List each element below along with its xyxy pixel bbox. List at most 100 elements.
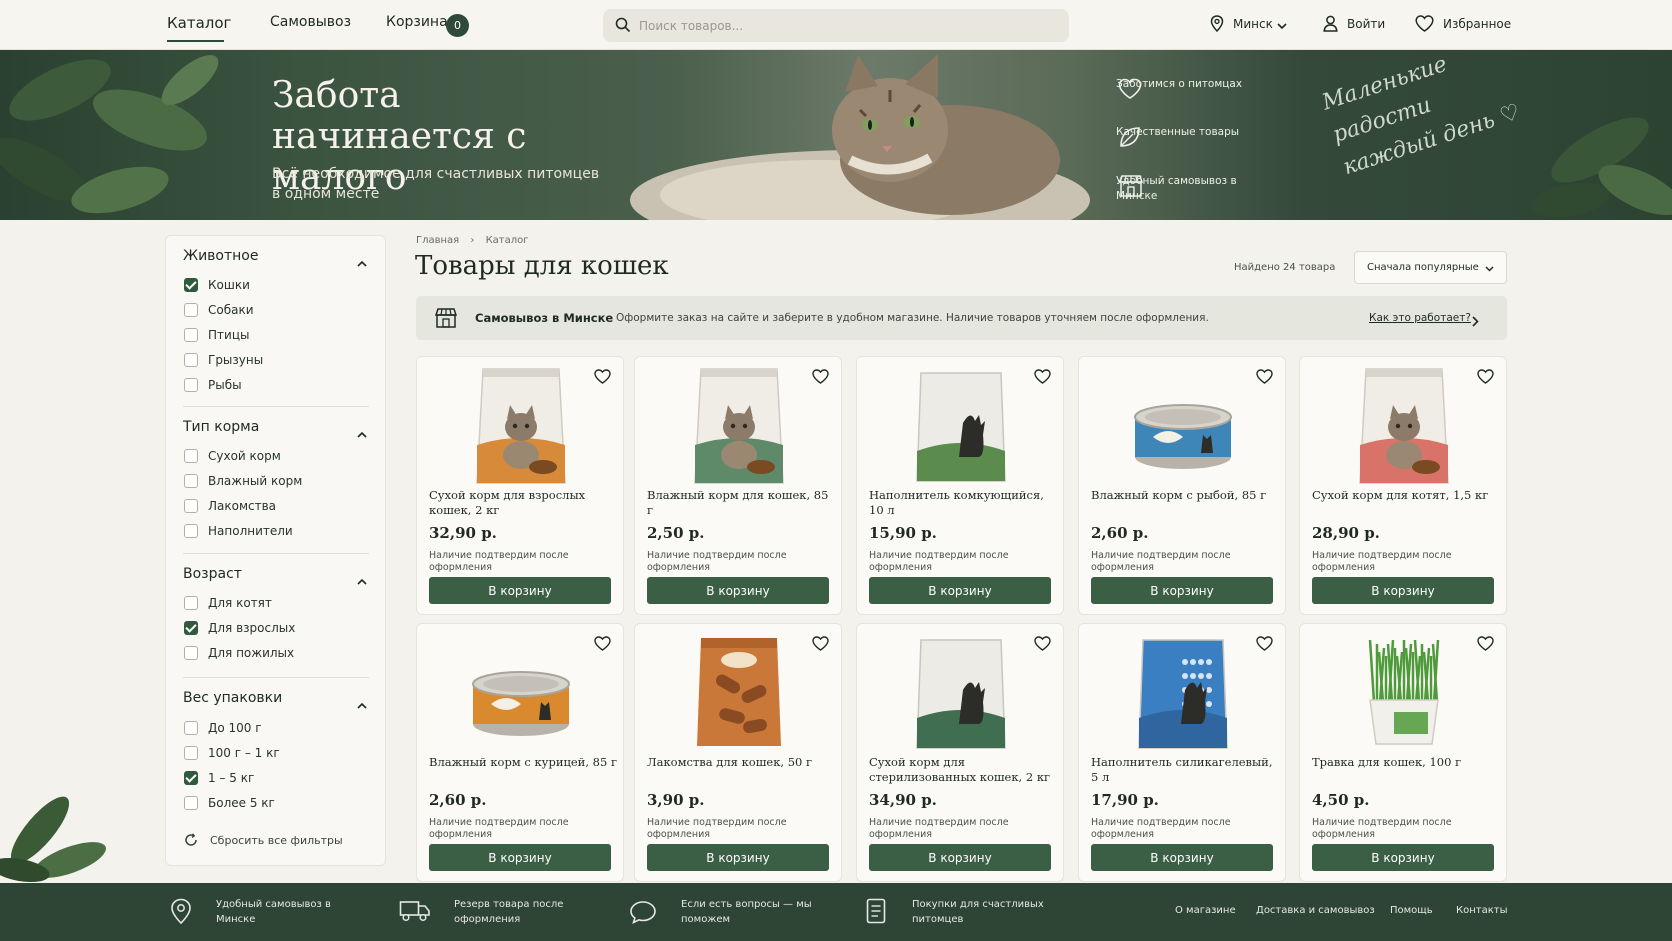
product-image[interactable]: [461, 365, 581, 487]
add-to-cart-button[interactable]: В корзину: [1312, 844, 1494, 871]
filter-option[interactable]: Птицы: [184, 327, 249, 343]
product-card[interactable]: Влажный корм для кошек, 85 г 2,50 р. Налич…: [634, 356, 842, 615]
product-card[interactable]: Лакомства для кошек, 50 г 3,90 р. Наличие …: [634, 623, 842, 882]
filter-option[interactable]: До 100 г: [184, 720, 262, 736]
add-to-cart-button[interactable]: В корзину: [429, 577, 611, 604]
checkbox[interactable]: [184, 449, 198, 463]
reset-filters-button[interactable]: Сбросить все фильтры: [184, 833, 343, 847]
heart-icon[interactable]: [1477, 369, 1494, 388]
filter-option[interactable]: 100 г – 1 кг: [184, 745, 280, 761]
product-name[interactable]: Сухой корм для стерилизованных кошек, 2 …: [869, 755, 1059, 785]
breadcrumb-current[interactable]: Каталог: [486, 235, 529, 246]
tab-pickup[interactable]: Самовывоз: [270, 14, 351, 30]
city-selector[interactable]: Минск: [1233, 17, 1273, 31]
product-name[interactable]: Наполнитель комкующийся, 10 л: [869, 488, 1059, 518]
filter-title-food-type[interactable]: Тип корма: [183, 419, 259, 435]
filter-option[interactable]: Более 5 кг: [184, 795, 275, 811]
heart-icon[interactable]: [812, 369, 829, 388]
product-image[interactable]: [679, 632, 799, 754]
favorites-link[interactable]: Избранное: [1443, 17, 1511, 31]
search-input[interactable]: [639, 9, 1059, 42]
footer-link-delivery[interactable]: Доставка и самовывоз: [1256, 905, 1375, 916]
chevron-up-icon[interactable]: [357, 570, 367, 589]
footer-link-about[interactable]: О магазине: [1175, 905, 1236, 916]
filter-option[interactable]: Кошки: [184, 277, 250, 293]
add-to-cart-button[interactable]: В корзину: [869, 844, 1051, 871]
product-name[interactable]: Наполнитель силикагелевый, 5 л: [1091, 755, 1281, 785]
chevron-up-icon[interactable]: [357, 423, 367, 442]
product-image[interactable]: [1344, 632, 1464, 754]
how-it-works-link[interactable]: Как это работает?: [1369, 312, 1471, 324]
add-to-cart-button[interactable]: В корзину: [1091, 577, 1273, 604]
checkbox[interactable]: [184, 746, 198, 760]
filter-option[interactable]: Рыбы: [184, 377, 242, 393]
product-card[interactable]: Сухой корм для стерилизованных кошек, 2 …: [856, 623, 1064, 882]
checkbox[interactable]: [184, 524, 198, 538]
breadcrumb-home[interactable]: Главная: [416, 235, 459, 246]
checkbox[interactable]: [184, 596, 198, 610]
product-card[interactable]: Влажный корм с рыбой, 85 г 2,60 р. Наличие…: [1078, 356, 1286, 615]
checkbox[interactable]: [184, 378, 198, 392]
filter-title-age[interactable]: Возраст: [183, 566, 242, 582]
product-image[interactable]: [679, 365, 799, 487]
checkbox[interactable]: [184, 353, 198, 367]
checkbox[interactable]: [184, 771, 198, 785]
chevron-right-icon[interactable]: [1472, 312, 1479, 331]
filter-option[interactable]: Наполнители: [184, 523, 293, 539]
filter-option[interactable]: Для котят: [184, 595, 272, 611]
heart-icon[interactable]: [812, 636, 829, 655]
checkbox[interactable]: [184, 499, 198, 513]
product-image[interactable]: [461, 632, 581, 754]
product-name[interactable]: Лакомства для кошек, 50 г: [647, 755, 837, 770]
product-image[interactable]: [901, 365, 1021, 487]
checkbox[interactable]: [184, 721, 198, 735]
login-link[interactable]: Войти: [1347, 17, 1385, 31]
footer-link-contacts[interactable]: Контакты: [1456, 905, 1507, 916]
product-card[interactable]: Сухой корм для взрослых кошек, 2 кг 32,90…: [416, 356, 624, 615]
chevron-up-icon[interactable]: [357, 694, 367, 713]
checkbox[interactable]: [184, 621, 198, 635]
heart-icon[interactable]: [594, 636, 611, 655]
product-name[interactable]: Сухой корм для взрослых кошек, 2 кг: [429, 488, 619, 518]
sort-dropdown[interactable]: Сначала популярные: [1354, 251, 1507, 284]
filter-option[interactable]: Влажный корм: [184, 473, 302, 489]
product-name[interactable]: Влажный корм с рыбой, 85 г: [1091, 488, 1281, 503]
filter-option[interactable]: Лакомства: [184, 498, 276, 514]
footer-link-help[interactable]: Помощь: [1390, 905, 1433, 916]
user-icon[interactable]: [1323, 15, 1338, 35]
filter-option[interactable]: Собаки: [184, 302, 254, 318]
product-image[interactable]: [1123, 365, 1243, 487]
checkbox[interactable]: [184, 278, 198, 292]
add-to-cart-button[interactable]: В корзину: [869, 577, 1051, 604]
chevron-up-icon[interactable]: [357, 252, 367, 271]
heart-icon[interactable]: [1477, 636, 1494, 655]
checkbox[interactable]: [184, 796, 198, 810]
product-name[interactable]: Сухой корм для котят, 1,5 кг: [1312, 488, 1502, 503]
add-to-cart-button[interactable]: В корзину: [429, 844, 611, 871]
filter-option[interactable]: 1 – 5 кг: [184, 770, 254, 786]
filter-option[interactable]: Сухой корм: [184, 448, 281, 464]
heart-icon[interactable]: [1256, 636, 1273, 655]
product-card[interactable]: Травка для кошек, 100 г 4,50 р. Наличие по…: [1299, 623, 1507, 882]
filter-option[interactable]: Для пожилых: [184, 645, 294, 661]
filter-option[interactable]: Для взрослых: [184, 620, 295, 636]
tab-cart[interactable]: Корзина: [386, 14, 448, 30]
filter-title-animal[interactable]: Животное: [183, 248, 258, 264]
checkbox[interactable]: [184, 303, 198, 317]
chevron-down-icon[interactable]: [1277, 19, 1287, 33]
add-to-cart-button[interactable]: В корзину: [647, 577, 829, 604]
product-name[interactable]: Влажный корм для кошек, 85 г: [647, 488, 837, 518]
product-card[interactable]: Наполнитель комкующийся, 10 л 15,90 р. Нал…: [856, 356, 1064, 615]
checkbox[interactable]: [184, 328, 198, 342]
product-image[interactable]: [901, 632, 1021, 754]
product-card[interactable]: Наполнитель силикагелевый, 5 л 17,90 р. На…: [1078, 623, 1286, 882]
heart-icon[interactable]: [594, 369, 611, 388]
filter-option[interactable]: Грызуны: [184, 352, 263, 368]
add-to-cart-button[interactable]: В корзину: [1312, 577, 1494, 604]
product-image[interactable]: [1123, 632, 1243, 754]
checkbox[interactable]: [184, 474, 198, 488]
heart-icon[interactable]: [1415, 15, 1434, 35]
product-image[interactable]: [1344, 365, 1464, 487]
add-to-cart-button[interactable]: В корзину: [1091, 844, 1273, 871]
product-card[interactable]: Влажный корм с курицей, 85 г 2,60 р. Налич…: [416, 623, 624, 882]
